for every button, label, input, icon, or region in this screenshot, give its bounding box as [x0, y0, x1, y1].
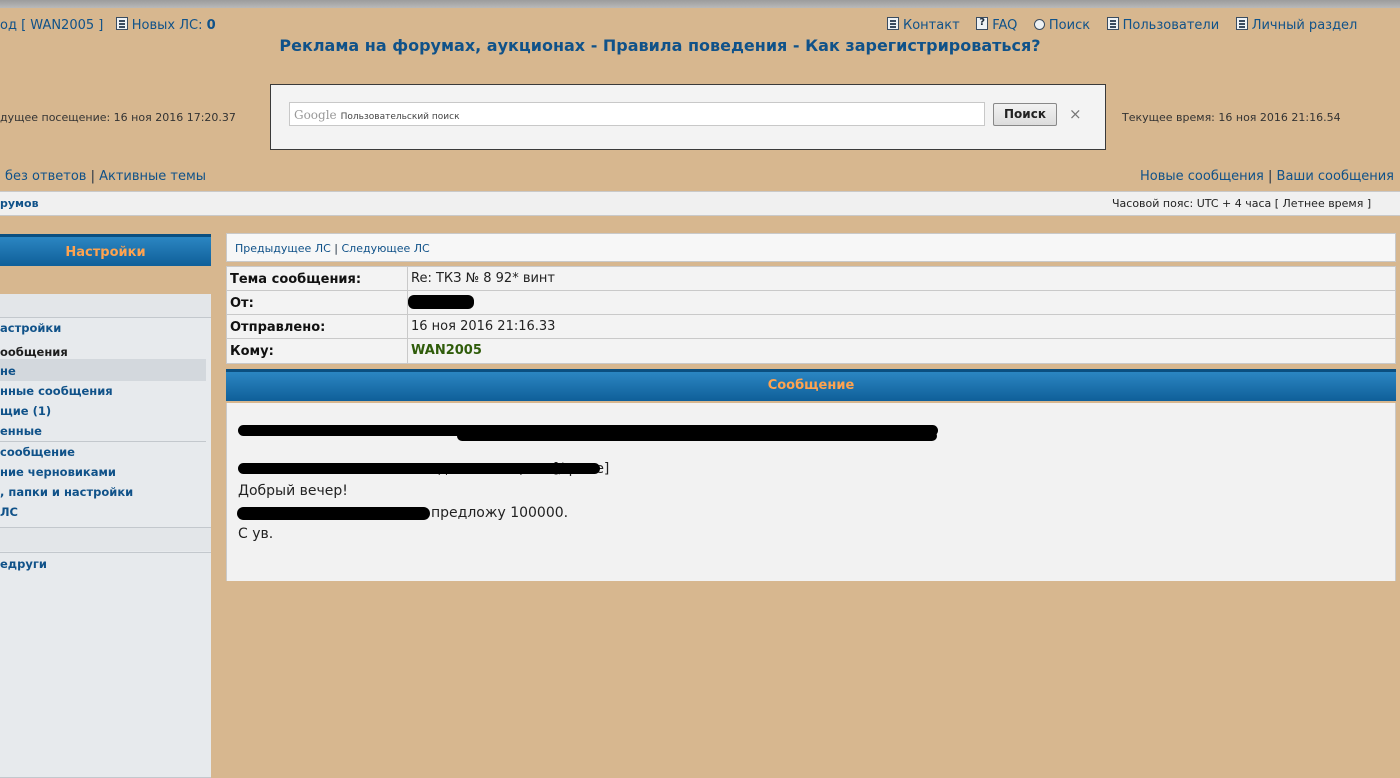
- message-offer: предложу 100000.: [431, 505, 569, 521]
- pm-icon: [115, 17, 128, 30]
- new-pm-count: 0: [206, 18, 216, 33]
- sidebar-item-selected-bg: [0, 359, 206, 381]
- sidebar-item-pm-4[interactable]: енные: [0, 424, 42, 438]
- user-cp-icon: [1235, 17, 1248, 30]
- contact-icon: [887, 17, 899, 30]
- new-pm-link[interactable]: Новых ЛС:: [132, 18, 203, 33]
- sidebar-item-friends[interactable]: едруги: [0, 557, 47, 571]
- unanswered-link[interactable]: без ответов: [5, 169, 86, 184]
- sidebar-divider: [0, 441, 206, 442]
- pm-navigation: Предыдущее ЛС | Следующее ЛС: [226, 233, 1396, 262]
- to-label: Кому:: [227, 339, 408, 363]
- message-body: дена женщина.[/quote] Добрый вечер! пред…: [226, 403, 1396, 581]
- members-link[interactable]: Пользователи: [1123, 18, 1220, 33]
- breadcrumb-forums-link[interactable]: румов: [0, 197, 39, 210]
- current-time-text: Текущее время: 16 ноя 2016 21:16.54: [1122, 111, 1341, 124]
- your-posts-link[interactable]: Ваши сообщения: [1277, 169, 1394, 184]
- sidebar-item-pm-3[interactable]: щие (1): [0, 404, 51, 418]
- search-button[interactable]: Поиск: [993, 103, 1057, 126]
- register-link[interactable]: Как зарегистрироваться?: [805, 36, 1041, 55]
- sent-label: Отправлено:: [227, 315, 408, 338]
- sidebar-spacer-2: [0, 527, 211, 551]
- nav-separator: |: [90, 169, 95, 184]
- members-icon: [1106, 17, 1119, 30]
- new-posts-link[interactable]: Новые сообщения: [1140, 169, 1264, 184]
- sidebar-item-pm-6[interactable]: ние черновиками: [0, 465, 116, 479]
- contact-link[interactable]: Контакт: [903, 18, 960, 33]
- search-placeholder: Пользовательский поиск: [340, 112, 460, 122]
- redaction-mark: [238, 463, 600, 474]
- search-link[interactable]: Поиск: [1049, 18, 1090, 33]
- rules-link[interactable]: Правила поведения: [603, 36, 787, 55]
- timezone-text: Часовой пояс: UTC + 4 часа [ Летнее врем…: [1112, 197, 1372, 210]
- nav-separator: |: [1268, 169, 1273, 184]
- sidebar-item-pm-7[interactable]: , папки и настройки: [0, 485, 133, 499]
- message-signoff: С ув.: [238, 526, 274, 542]
- sidebar-item-messages: ообщения: [0, 345, 68, 359]
- table-row: От:: [227, 291, 1395, 315]
- message-greeting: Добрый вечер!: [238, 483, 348, 499]
- google-logo: Google: [294, 108, 337, 122]
- ads-link[interactable]: Реклама на форумах, аукционах: [279, 36, 585, 55]
- table-row: Отправлено: 16 ноя 2016 21:16.33: [227, 315, 1395, 339]
- pm-header-table: Тема сообщения: Re: ТКЗ № 8 92* винт От:…: [226, 266, 1396, 364]
- faq-icon: [976, 17, 989, 30]
- top-border: [0, 0, 1400, 8]
- headline-links: Реклама на форумах, аукционах - Правила …: [0, 36, 1320, 55]
- pm-nav-separator: |: [334, 242, 338, 255]
- nav-right: Новые сообщения | Ваши сообщения: [1140, 169, 1394, 184]
- logout-prefix[interactable]: од [: [0, 18, 26, 33]
- table-row: Кому: WAN2005: [227, 339, 1395, 363]
- sidebar-item-pm-8[interactable]: ЛС: [0, 505, 18, 519]
- sidebar-item-pm-1[interactable]: не: [0, 364, 16, 378]
- subject-label: Тема сообщения:: [227, 267, 408, 290]
- google-search-box: Google Пользовательский поиск Поиск ×: [270, 84, 1106, 150]
- nav-left: без ответов | Активные темы: [5, 169, 206, 184]
- redaction-mark: [237, 507, 430, 520]
- sidebar-item-pm-5[interactable]: сообщение: [0, 445, 75, 459]
- to-value[interactable]: WAN2005: [408, 339, 1395, 363]
- header-links: Контакт FAQ Поиск Пользователи Личный ра…: [887, 17, 1357, 33]
- faq-link[interactable]: FAQ: [992, 18, 1017, 33]
- active-topics-link[interactable]: Активные темы: [99, 169, 206, 184]
- redaction-mark: [457, 431, 937, 441]
- search-icon: [1033, 19, 1045, 30]
- sidebar: Настройки астройки ообщения не нные сооб…: [0, 234, 211, 778]
- user-cp-link[interactable]: Личный раздел: [1252, 18, 1358, 33]
- sidebar-item-settings[interactable]: астройки: [0, 321, 61, 335]
- sidebar-spacer: [0, 294, 211, 318]
- user-links: од [ WAN2005 ] Новых ЛС: 0: [0, 17, 216, 33]
- logout-suffix: ]: [98, 18, 104, 33]
- redaction-mark: [408, 295, 474, 309]
- prev-pm-link[interactable]: Предыдущее ЛС: [235, 242, 331, 255]
- table-row: Тема сообщения: Re: ТКЗ № 8 92* винт: [227, 267, 1395, 291]
- headline-separator: -: [787, 36, 806, 55]
- from-value: [408, 291, 1395, 314]
- subject-value: Re: ТКЗ № 8 92* винт: [408, 267, 1395, 290]
- message-title: Сообщение: [226, 369, 1396, 401]
- headline-separator: -: [585, 36, 603, 55]
- sidebar-item-pm-2[interactable]: нные сообщения: [0, 384, 113, 398]
- search-input[interactable]: Google Пользовательский поиск: [289, 102, 985, 126]
- sent-value: 16 ноя 2016 21:16.33: [408, 315, 1395, 338]
- last-visit-text: дущее посещение: 16 ноя 2016 17:20.37: [0, 111, 236, 124]
- next-pm-link[interactable]: Следующее ЛС: [342, 242, 430, 255]
- pm-view: Предыдущее ЛС | Следующее ЛС Тема сообще…: [226, 233, 1396, 581]
- from-label: От:: [227, 291, 408, 314]
- close-icon[interactable]: ×: [1069, 105, 1082, 123]
- breadcrumb-bar: румов Часовой пояс: UTC + 4 часа [ Летне…: [0, 191, 1400, 216]
- logout-username-link[interactable]: WAN2005: [30, 18, 94, 33]
- sidebar-title: Настройки: [0, 234, 211, 266]
